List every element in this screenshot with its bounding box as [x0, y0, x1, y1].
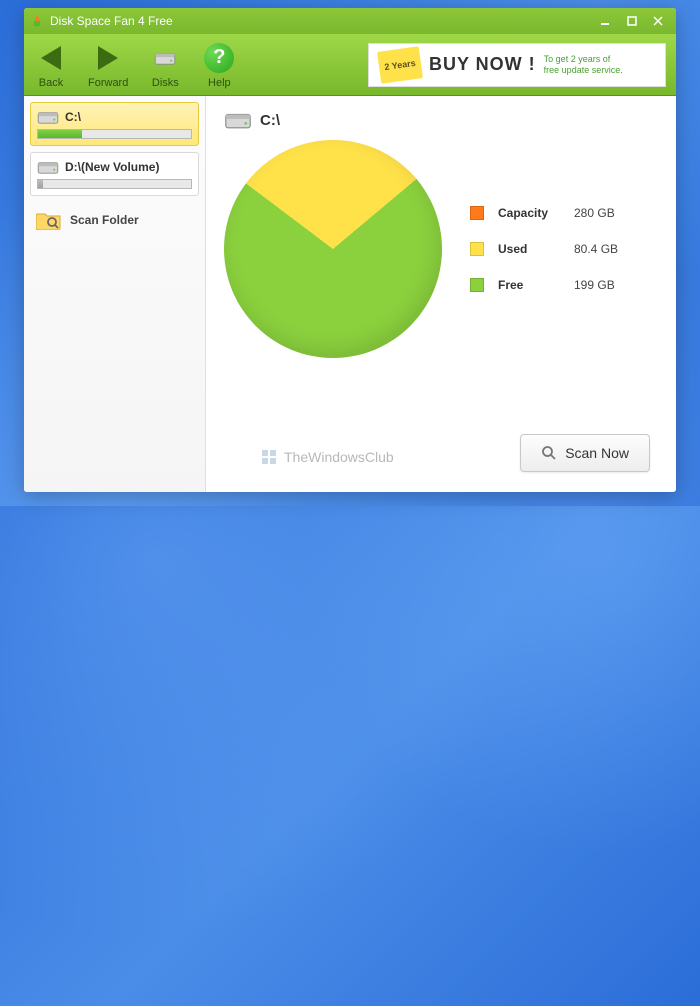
pie-chart	[224, 140, 442, 358]
swatch-icon	[470, 242, 484, 256]
drive-label: C:\	[65, 110, 81, 124]
scan-folder-label: Scan Folder	[70, 213, 139, 227]
disk-drive-icon	[154, 50, 176, 66]
disk-drive-icon	[37, 159, 59, 175]
promo-banner[interactable]: 2 Years BUY NOW ! To get 2 years of free…	[368, 43, 666, 87]
disk-drive-icon	[224, 110, 252, 130]
help-icon: ?	[204, 43, 234, 73]
main-panel: C:\ Capacity 280 GB Used 80.4 GB	[206, 96, 676, 492]
usage-bar-fill	[38, 180, 43, 188]
watermark-icon	[260, 448, 278, 466]
legend-row-used: Used 80.4 GB	[470, 242, 618, 256]
legend-value: 199 GB	[574, 278, 615, 292]
back-button[interactable]: Back	[34, 41, 68, 89]
legend-value: 280 GB	[574, 206, 615, 220]
window-title: Disk Space Fan 4 Free	[50, 14, 594, 28]
promo-badge: 2 Years	[377, 46, 423, 84]
scan-now-label: Scan Now	[565, 445, 629, 461]
arrow-left-icon	[41, 46, 61, 70]
sidebar: C:\ D:\(New Volume) Scan Folder	[24, 96, 206, 492]
window-controls	[594, 13, 670, 29]
drive-label: D:\(New Volume)	[65, 160, 159, 174]
legend-label: Capacity	[498, 206, 560, 220]
forward-button[interactable]: Forward	[88, 41, 128, 89]
disks-label: Disks	[152, 77, 179, 89]
drive-item-d[interactable]: D:\(New Volume)	[30, 152, 199, 196]
main-header: C:\	[224, 110, 658, 130]
minimize-button[interactable]	[594, 13, 618, 29]
drive-item-c[interactable]: C:\	[30, 102, 199, 146]
legend-row-capacity: Capacity 280 GB	[470, 206, 618, 220]
scan-now-button[interactable]: Scan Now	[520, 434, 650, 472]
usage-bar	[37, 179, 192, 189]
swatch-icon	[470, 278, 484, 292]
swatch-icon	[470, 206, 484, 220]
legend-label: Free	[498, 278, 560, 292]
promo-subtext: To get 2 years of free update service.	[544, 54, 623, 76]
toolbar: Back Forward Disks ? Help 2 Years BUY NO…	[24, 34, 676, 96]
scan-folder-button[interactable]: Scan Folder	[30, 202, 199, 238]
folder-magnify-icon	[36, 210, 62, 230]
titlebar[interactable]: Disk Space Fan 4 Free	[24, 8, 676, 34]
close-button[interactable]	[646, 13, 670, 29]
help-label: Help	[208, 77, 231, 89]
usage-bar	[37, 129, 192, 139]
help-button[interactable]: ? Help	[202, 41, 236, 89]
arrow-right-icon	[98, 46, 118, 70]
disks-button[interactable]: Disks	[148, 41, 182, 89]
promo-headline: BUY NOW !	[429, 54, 536, 75]
body-area: C:\ D:\(New Volume) Scan Folder C:\	[24, 96, 676, 492]
maximize-button[interactable]	[620, 13, 644, 29]
back-label: Back	[39, 77, 63, 89]
legend-value: 80.4 GB	[574, 242, 618, 256]
chart-area: Capacity 280 GB Used 80.4 GB Free 199 GB	[224, 140, 658, 358]
watermark-text: TheWindowsClub	[284, 449, 394, 465]
usage-bar-fill	[38, 130, 82, 138]
legend: Capacity 280 GB Used 80.4 GB Free 199 GB	[470, 206, 618, 292]
disk-drive-icon	[37, 109, 59, 125]
watermark: TheWindowsClub	[260, 448, 394, 466]
forward-label: Forward	[88, 77, 128, 89]
app-icon	[30, 14, 44, 28]
legend-label: Used	[498, 242, 560, 256]
magnify-icon	[541, 445, 557, 461]
app-window: Disk Space Fan 4 Free Back Forward Disks…	[24, 8, 676, 492]
legend-row-free: Free 199 GB	[470, 278, 618, 292]
current-drive-label: C:\	[260, 112, 280, 129]
